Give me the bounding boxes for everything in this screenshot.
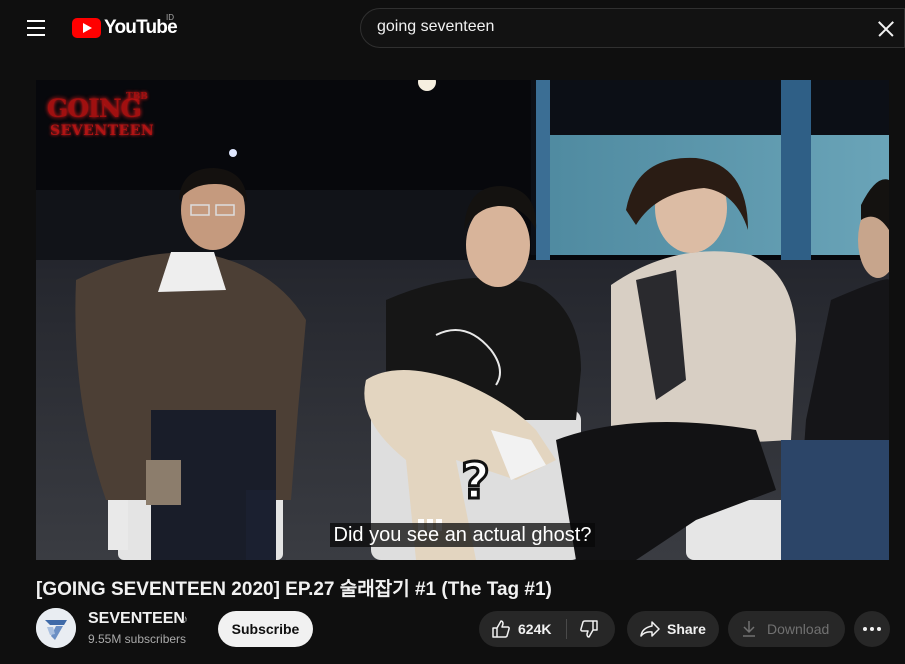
channel-name[interactable]: SEVENTEEN: [88, 610, 185, 628]
like-dislike-group: 624K: [479, 611, 615, 647]
share-label: Share: [667, 621, 706, 637]
top-bar: YouTube ID: [0, 0, 905, 56]
subtitle-caption: Did you see an actual ghost?: [36, 523, 889, 547]
caption-text: Did you see an actual ghost?: [329, 523, 596, 547]
more-dot-icon: [877, 627, 881, 631]
thumbs-down-icon: [580, 620, 598, 638]
channel-avatar[interactable]: [36, 608, 76, 648]
share-button[interactable]: Share: [627, 611, 719, 647]
question-mark-overlay: ?: [459, 451, 511, 512]
download-label: Download: [767, 621, 830, 637]
like-count: 624K: [518, 621, 552, 637]
share-icon: [640, 621, 660, 637]
hamburger-menu-icon[interactable]: [18, 16, 54, 40]
thumbs-up-icon: [492, 620, 510, 638]
youtube-play-icon: [72, 18, 101, 38]
search-box: [360, 8, 905, 48]
dislike-button[interactable]: [567, 611, 615, 647]
music-note-icon: ♪: [182, 612, 188, 626]
series-logo-year: TBB: [126, 92, 148, 102]
more-dot-icon: [870, 627, 874, 631]
series-logo: GOING TBB SEVENTEEN: [42, 90, 182, 142]
subscribe-button[interactable]: Subscribe: [218, 611, 313, 647]
subscriber-count: 9.55M subscribers: [88, 632, 187, 646]
overlay-mark: ?: [459, 451, 491, 512]
series-logo-line2: SEVENTEEN: [50, 123, 155, 139]
download-button[interactable]: Download: [728, 611, 845, 647]
like-button[interactable]: 624K: [479, 611, 566, 647]
country-code: ID: [166, 13, 174, 22]
search-input[interactable]: [377, 18, 857, 36]
video-title: [GOING SEVENTEEN 2020] EP.27 술래잡기 #1 (Th…: [36, 579, 552, 600]
more-actions-button[interactable]: [854, 611, 890, 647]
youtube-logo[interactable]: YouTube: [72, 15, 178, 41]
video-player[interactable]: GOING TBB SEVENTEEN ? Did you see an act…: [36, 80, 889, 560]
clear-search-icon[interactable]: [874, 17, 898, 41]
download-icon: [743, 621, 755, 637]
seventeen-logo-icon: [36, 608, 76, 648]
more-dot-icon: [863, 627, 867, 631]
